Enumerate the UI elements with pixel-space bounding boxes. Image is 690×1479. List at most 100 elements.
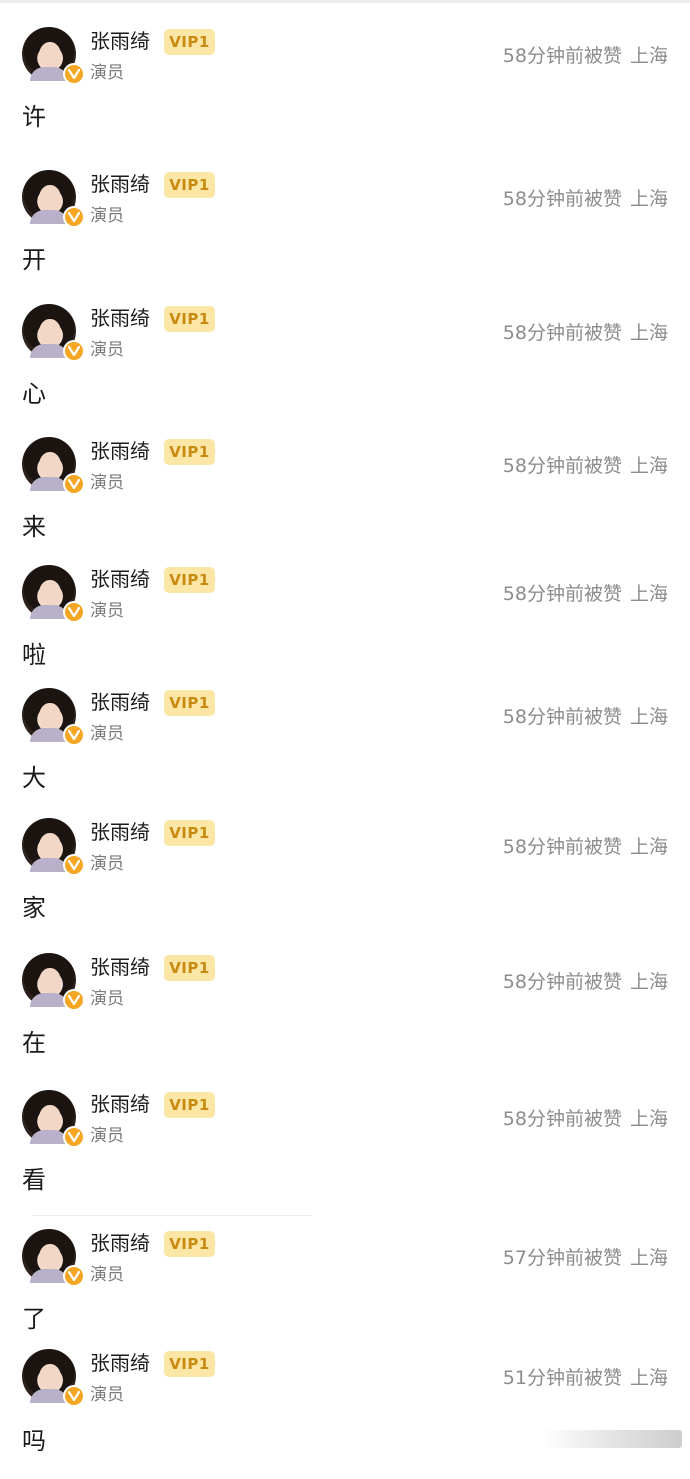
comment-text[interactable]: 了	[22, 1303, 46, 1335]
comment-item: 张雨绮 VIP1 演员 58分钟前被赞 上海 看	[0, 1090, 690, 1220]
user-title: 演员	[90, 989, 124, 1009]
comment-text[interactable]: 吗	[22, 1425, 46, 1457]
location: 上海	[629, 322, 668, 344]
comment-item: 张雨绮 VIP1 演员 58分钟前被赞 上海 啦	[0, 565, 690, 695]
user-title: 演员	[90, 1385, 124, 1405]
avatar[interactable]	[22, 170, 85, 228]
location: 上海	[629, 1108, 668, 1130]
avatar[interactable]	[22, 437, 85, 495]
user-title: 演员	[90, 1265, 124, 1285]
comment-item: 张雨绮 VIP1 演员 58分钟前被赞 上海 在	[0, 953, 690, 1083]
verified-badge-icon	[63, 724, 85, 746]
user-name[interactable]: 张雨绮	[90, 1350, 150, 1376]
comment-meta: 58分钟前被赞 上海	[503, 1107, 668, 1131]
avatar[interactable]	[22, 818, 85, 876]
like-time: 58分钟前被赞	[502, 583, 622, 605]
vip-badge[interactable]: VIP1	[164, 1351, 215, 1377]
like-time: 58分钟前被赞	[502, 322, 622, 344]
comment-item: 张雨绮 VIP1 演员 51分钟前被赞 上海 吗	[0, 1349, 690, 1479]
vip-badge[interactable]: VIP1	[164, 172, 215, 198]
verified-badge-icon	[63, 1265, 85, 1287]
comment-meta: 57分钟前被赞 上海	[503, 1246, 668, 1270]
comment-meta: 58分钟前被赞 上海	[503, 582, 668, 606]
user-name[interactable]: 张雨绮	[90, 171, 150, 197]
comment-item: 张雨绮 VIP1 演员 57分钟前被赞 上海 了	[0, 1229, 690, 1359]
vip-badge[interactable]: VIP1	[164, 820, 215, 846]
user-title: 演员	[90, 854, 124, 874]
comment-item: 张雨绮 VIP1 演员 58分钟前被赞 上海 家	[0, 818, 690, 948]
comment-text[interactable]: 家	[22, 892, 46, 924]
user-name[interactable]: 张雨绮	[90, 689, 150, 715]
avatar[interactable]	[22, 688, 85, 746]
comment-meta: 51分钟前被赞 上海	[503, 1366, 668, 1390]
avatar[interactable]	[22, 1090, 85, 1148]
comment-text[interactable]: 啦	[22, 639, 46, 671]
vip-badge[interactable]: VIP1	[164, 567, 215, 593]
like-time: 58分钟前被赞	[502, 188, 622, 210]
location: 上海	[629, 45, 668, 67]
comment-text[interactable]: 看	[22, 1164, 46, 1196]
user-title: 演员	[90, 340, 124, 360]
comment-meta: 58分钟前被赞 上海	[503, 187, 668, 211]
avatar[interactable]	[22, 1349, 85, 1407]
avatar-face	[39, 319, 61, 347]
comment-text[interactable]: 大	[22, 762, 46, 794]
vip-badge[interactable]: VIP1	[164, 306, 215, 332]
like-time: 58分钟前被赞	[502, 836, 622, 858]
avatar-face	[39, 703, 61, 731]
comment-text[interactable]: 在	[22, 1027, 46, 1059]
avatar[interactable]	[22, 27, 85, 85]
verified-badge-icon	[63, 63, 85, 85]
avatar[interactable]	[22, 304, 85, 362]
avatar-face	[39, 968, 61, 996]
comment-text[interactable]: 心	[22, 378, 46, 410]
user-name[interactable]: 张雨绮	[90, 438, 150, 464]
like-time: 58分钟前被赞	[502, 971, 622, 993]
comment-meta: 58分钟前被赞 上海	[503, 970, 668, 994]
user-name[interactable]: 张雨绮	[90, 954, 150, 980]
like-time: 57分钟前被赞	[502, 1247, 622, 1269]
comment-meta: 58分钟前被赞 上海	[503, 321, 668, 345]
avatar-face	[39, 1244, 61, 1272]
like-time: 58分钟前被赞	[502, 1108, 622, 1130]
vip-badge[interactable]: VIP1	[164, 1092, 215, 1118]
avatar[interactable]	[22, 1229, 85, 1287]
comment-item: 张雨绮 VIP1 演员 58分钟前被赞 上海 开	[0, 170, 690, 300]
location: 上海	[629, 455, 668, 477]
comment-feed: 张雨绮 VIP1 演员 58分钟前被赞 上海 许 张雨绮 VIP1 演员 58分钟…	[0, 0, 690, 1455]
user-name[interactable]: 张雨绮	[90, 819, 150, 845]
like-time: 58分钟前被赞	[502, 45, 622, 67]
divider	[32, 1215, 312, 1216]
avatar[interactable]	[22, 953, 85, 1011]
user-name[interactable]: 张雨绮	[90, 1230, 150, 1256]
watermark	[542, 1430, 682, 1448]
location: 上海	[629, 583, 668, 605]
vip-badge[interactable]: VIP1	[164, 1231, 215, 1257]
location: 上海	[629, 188, 668, 210]
location: 上海	[629, 706, 668, 728]
user-name[interactable]: 张雨绮	[90, 1091, 150, 1117]
user-name[interactable]: 张雨绮	[90, 28, 150, 54]
comment-text[interactable]: 许	[22, 101, 46, 133]
avatar-face	[39, 1364, 61, 1392]
user-title: 演员	[90, 473, 124, 493]
like-time: 51分钟前被赞	[502, 1367, 622, 1389]
verified-badge-icon	[63, 854, 85, 876]
location: 上海	[629, 836, 668, 858]
vip-badge[interactable]: VIP1	[164, 955, 215, 981]
vip-badge[interactable]: VIP1	[164, 439, 215, 465]
comment-meta: 58分钟前被赞 上海	[503, 705, 668, 729]
vip-badge[interactable]: VIP1	[164, 690, 215, 716]
comment-text[interactable]: 开	[22, 244, 46, 276]
comment-item: 张雨绮 VIP1 演员 58分钟前被赞 上海 心	[0, 304, 690, 434]
verified-badge-icon	[63, 601, 85, 623]
vip-badge[interactable]: VIP1	[164, 29, 215, 55]
avatar[interactable]	[22, 565, 85, 623]
user-name[interactable]: 张雨绮	[90, 305, 150, 331]
user-name[interactable]: 张雨绮	[90, 566, 150, 592]
comment-meta: 58分钟前被赞 上海	[503, 44, 668, 68]
user-title: 演员	[90, 724, 124, 744]
comment-meta: 58分钟前被赞 上海	[503, 454, 668, 478]
comment-text[interactable]: 来	[22, 511, 46, 543]
comment-item: 张雨绮 VIP1 演员 58分钟前被赞 上海 大	[0, 688, 690, 818]
